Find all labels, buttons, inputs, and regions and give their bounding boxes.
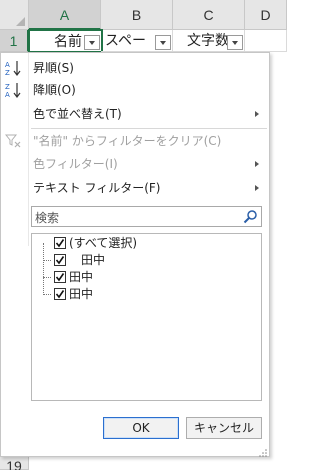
clear-filter-icon xyxy=(4,133,23,149)
cell-d1[interactable] xyxy=(245,30,287,52)
svg-text:A: A xyxy=(5,91,10,98)
select-all-triangle xyxy=(16,17,25,26)
column-header-b[interactable]: B xyxy=(101,0,173,30)
search-icon xyxy=(243,209,258,224)
filter-value-list: (すべて選択) 田中 田中 田中 xyxy=(31,233,262,401)
checkbox[interactable] xyxy=(54,271,66,283)
menu-item-sort-by-color[interactable]: 色で並べ替え(T) xyxy=(1,103,269,125)
row-header-1[interactable]: 1 xyxy=(0,30,29,52)
checkbox[interactable] xyxy=(54,288,66,300)
svg-text:Z: Z xyxy=(5,69,10,76)
cell-c1-text: 文字数 xyxy=(187,33,229,49)
sort-ascending-icon: A Z xyxy=(5,60,23,77)
ok-button[interactable]: OK xyxy=(103,417,179,439)
clear-filter-label: "名前" からフィルターをクリア(C) xyxy=(33,134,222,148)
submenu-arrow-icon xyxy=(255,161,259,167)
cancel-button[interactable]: キャンセル xyxy=(186,417,262,439)
svg-text:A: A xyxy=(5,61,10,69)
checkbox[interactable] xyxy=(54,254,66,266)
list-item[interactable]: 田中 xyxy=(32,269,252,286)
menu-item-text-filter[interactable]: テキスト フィルター(F) xyxy=(1,177,269,199)
row-header-19[interactable]: 19 xyxy=(0,457,29,470)
color-filter-label: 色フィルター(I) xyxy=(33,157,118,171)
filter-dropdown-icon[interactable] xyxy=(84,35,100,50)
list-item-label: (すべて選択) xyxy=(69,236,138,250)
list-item[interactable]: 田中 xyxy=(32,252,252,269)
filter-dropdown-icon[interactable] xyxy=(227,35,243,50)
list-item-label: 田中 xyxy=(69,287,94,301)
column-header-c[interactable]: C xyxy=(173,0,245,30)
cell-a1-text: 名前 xyxy=(54,34,82,50)
filter-dropdown-icon[interactable] xyxy=(155,35,171,50)
sort-descending-label: 降順(O) xyxy=(33,83,76,97)
sort-descending-icon: Z A xyxy=(5,82,23,99)
submenu-arrow-icon xyxy=(255,111,259,117)
cell-b1-text: スペー xyxy=(105,33,147,49)
list-item-select-all[interactable]: (すべて選択) xyxy=(32,235,252,252)
checkbox-select-all[interactable] xyxy=(54,237,66,249)
sort-by-color-label: 色で並べ替え(T) xyxy=(33,107,122,121)
menu-separator xyxy=(31,128,267,129)
column-header-a[interactable]: A xyxy=(29,0,101,30)
list-item-label: 田中 xyxy=(69,253,106,267)
select-all-corner[interactable] xyxy=(0,0,29,30)
text-filter-label: テキスト フィルター(F) xyxy=(33,181,161,195)
sort-ascending-label: 昇順(S) xyxy=(33,61,74,75)
column-header-d[interactable]: D xyxy=(245,0,287,30)
menu-item-color-filter: 色フィルター(I) xyxy=(1,153,269,175)
search-placeholder: 検索 xyxy=(35,211,60,225)
svg-text:Z: Z xyxy=(5,83,10,91)
resize-grip-icon[interactable] xyxy=(259,446,267,457)
menu-item-sort-descending[interactable]: Z A 降順(O) xyxy=(1,79,269,101)
autofilter-dropdown-panel: A Z 昇順(S) Z A 降順(O) 色で並べ替え(T) "名前" からフィル… xyxy=(0,52,270,457)
menu-item-sort-ascending[interactable]: A Z 昇順(S) xyxy=(1,57,269,79)
list-item-label: 田中 xyxy=(69,270,94,284)
menu-item-clear-filter: "名前" からフィルターをクリア(C) xyxy=(1,130,269,152)
filter-search-box[interactable]: 検索 xyxy=(31,206,262,227)
submenu-arrow-icon xyxy=(255,185,259,191)
list-item[interactable]: 田中 xyxy=(32,286,252,303)
